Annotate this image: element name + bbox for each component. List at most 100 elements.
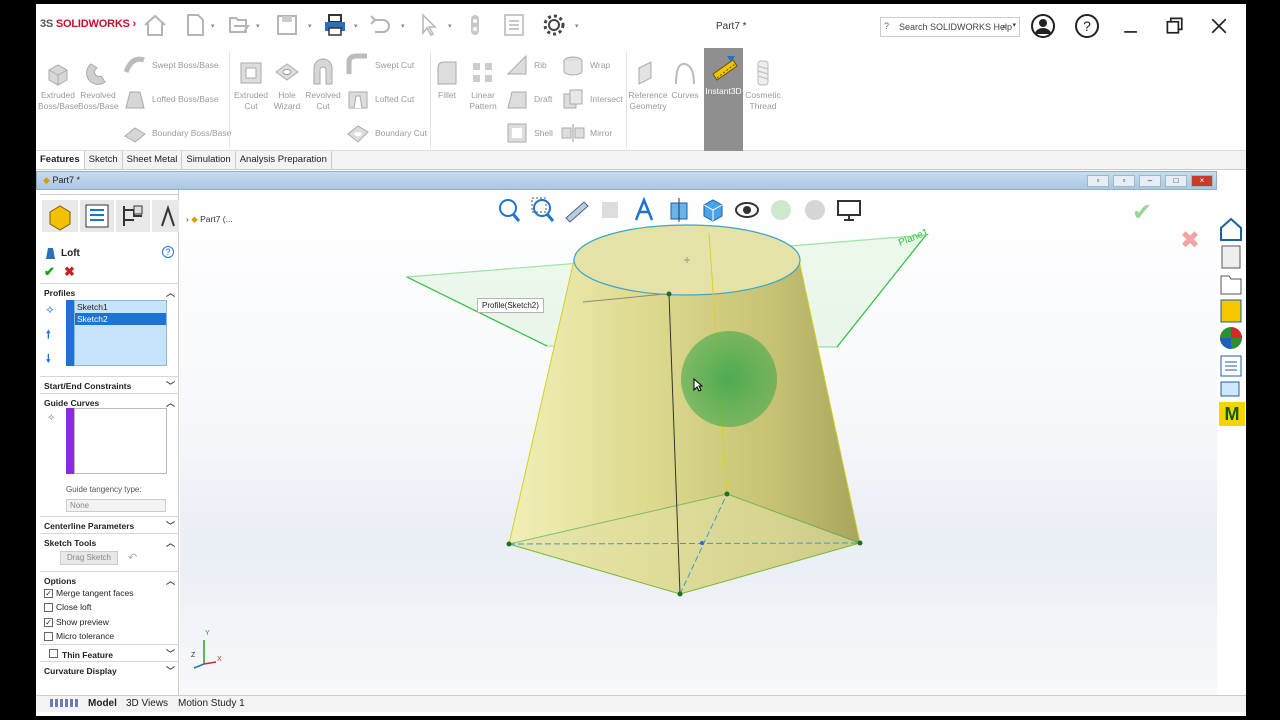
- options-dropdown-icon[interactable]: ▾: [575, 22, 579, 30]
- checkbox-unchecked[interactable]: [44, 602, 53, 612]
- undo-icon[interactable]: [365, 10, 395, 40]
- select-arrow-icon[interactable]: [413, 10, 443, 40]
- collapse-chevron-icon[interactable]: ︿: [166, 574, 175, 587]
- view-palette-icon[interactable]: [1220, 299, 1242, 323]
- rib-button[interactable]: Rib: [504, 52, 547, 78]
- close-icon[interactable]: [1204, 12, 1234, 40]
- restore-icon[interactable]: [1160, 12, 1190, 40]
- options-header[interactable]: Options ︿: [40, 571, 179, 588]
- search-dropdown-icon[interactable]: ▾: [1012, 21, 1016, 29]
- move-up-icon[interactable]: 🠕: [46, 326, 60, 341]
- cosmetic-thread-button[interactable]: Cosmetic Thread: [744, 58, 782, 112]
- doc-tile-icon[interactable]: ▫: [1087, 175, 1109, 187]
- micro-tolerance-checkbox[interactable]: Micro tolerance: [44, 631, 114, 641]
- centerline-parameters-header[interactable]: Centerline Parameters ﹀: [40, 516, 179, 533]
- checkbox-checked[interactable]: ✓: [44, 617, 53, 627]
- boundary-cut-button[interactable]: Boundary Cut: [345, 120, 427, 146]
- graphics-area[interactable]: › ◆ Part7 (... ✔ ✖ Plane1 Profile(Sketch…: [180, 190, 1217, 695]
- start-end-constraints-header[interactable]: Start/End Constraints ﹀: [40, 376, 179, 393]
- close-loft-checkbox[interactable]: Close loft: [44, 602, 91, 612]
- minimize-icon[interactable]: [1116, 12, 1146, 40]
- collapse-chevron-icon[interactable]: ︿: [166, 286, 175, 299]
- save-icon[interactable]: [272, 10, 302, 40]
- tangency-select[interactable]: None: [66, 499, 166, 512]
- doc-tile2-icon[interactable]: ▫: [1113, 175, 1135, 187]
- revolved-boss-button[interactable]: Revolved Boss/Base: [78, 58, 119, 112]
- fillet-button[interactable]: Fillet: [432, 58, 462, 101]
- list-item-selected[interactable]: Sketch2: [75, 313, 166, 325]
- list-item[interactable]: Sketch1: [75, 301, 166, 313]
- tab-simulation[interactable]: Simulation: [182, 151, 236, 169]
- doc-minimize-icon[interactable]: –: [1139, 175, 1161, 187]
- checkbox-unchecked[interactable]: [49, 649, 58, 658]
- collapse-chevron-icon[interactable]: ︿: [166, 536, 175, 549]
- tab-model[interactable]: Model: [88, 698, 117, 709]
- sketch-tools-header[interactable]: Sketch Tools ︿: [40, 533, 179, 550]
- extruded-boss-button[interactable]: Extruded Boss/Base: [38, 58, 79, 112]
- undo-sketch-icon[interactable]: ↶: [128, 551, 137, 564]
- wrap-button[interactable]: Wrap: [560, 52, 610, 78]
- hole-wizard-button[interactable]: Hole Wizard: [270, 58, 304, 112]
- solidworks-resources-icon[interactable]: [1220, 217, 1242, 241]
- tab-features[interactable]: Features: [36, 151, 85, 169]
- extruded-cut-button[interactable]: Extruded Cut: [232, 58, 270, 112]
- new-dropdown-icon[interactable]: ▾: [211, 22, 215, 30]
- swept-boss-button[interactable]: Swept Boss/Base: [122, 52, 219, 78]
- tab-sheet-metal[interactable]: Sheet Metal: [123, 151, 183, 169]
- tab-scroll-icon[interactable]: [50, 699, 80, 707]
- reference-geometry-button[interactable]: Reference Geometry: [628, 58, 668, 112]
- doc-close-icon[interactable]: ×: [1191, 175, 1213, 187]
- options-gear-icon[interactable]: [539, 10, 569, 40]
- document-tab[interactable]: ◆ Part7 *: [43, 175, 80, 186]
- ok-check-icon[interactable]: ✔: [44, 264, 55, 280]
- tab-3d-views[interactable]: 3D Views: [126, 698, 168, 709]
- property-manager-tab[interactable]: [80, 200, 114, 232]
- dimxpert-tab[interactable]: [152, 200, 179, 232]
- design-library-icon[interactable]: [1221, 245, 1241, 269]
- shell-button[interactable]: Shell: [504, 120, 553, 146]
- merge-tangent-checkbox[interactable]: ✓ Merge tangent faces: [44, 588, 134, 598]
- select-dropdown-icon[interactable]: ▾: [448, 22, 452, 30]
- rebuild-icon[interactable]: [460, 10, 490, 40]
- tab-analysis-preparation[interactable]: Analysis Preparation: [236, 151, 332, 169]
- guide-curves-list[interactable]: [74, 408, 167, 474]
- file-explorer-icon[interactable]: [1220, 275, 1242, 295]
- linear-pattern-button[interactable]: Linear Pattern: [464, 58, 502, 112]
- appearances-icon[interactable]: [1220, 327, 1242, 349]
- expand-chevron-icon[interactable]: ﹀: [166, 664, 175, 677]
- custom-properties-icon[interactable]: [1220, 355, 1242, 377]
- print-dropdown-icon[interactable]: ▾: [354, 22, 358, 30]
- lofted-cut-button[interactable]: Lofted Cut: [345, 86, 414, 112]
- open-dropdown-icon[interactable]: ▾: [256, 22, 260, 30]
- file-properties-icon[interactable]: [499, 10, 529, 40]
- expand-chevron-icon[interactable]: ﹀: [166, 379, 175, 392]
- new-document-icon[interactable]: [180, 10, 210, 40]
- expand-chevron-icon[interactable]: ﹀: [166, 519, 175, 532]
- revolved-cut-button[interactable]: Revolved Cut: [304, 58, 342, 112]
- open-icon[interactable]: [224, 10, 254, 40]
- checkbox-unchecked[interactable]: [44, 631, 53, 641]
- curvature-display-header[interactable]: Curvature Display ﹀: [40, 661, 179, 678]
- checkbox-checked[interactable]: ✓: [44, 588, 53, 598]
- swept-cut-button[interactable]: Swept Cut: [345, 52, 414, 78]
- profiles-list[interactable]: Sketch1 Sketch2: [74, 300, 167, 366]
- draft-button[interactable]: Draft: [504, 86, 552, 112]
- instant3d-button[interactable]: Instant3D: [704, 48, 743, 151]
- profile-callout[interactable]: Profile(Sketch2): [477, 298, 544, 313]
- home-icon[interactable]: [140, 10, 170, 40]
- drag-sketch-button[interactable]: Drag Sketch: [60, 551, 118, 565]
- user-account-icon[interactable]: [1028, 12, 1058, 40]
- feature-manager-tab[interactable]: [42, 200, 78, 232]
- solidworks-logo[interactable]: 3S SOLIDWORKS ›: [40, 18, 136, 30]
- intersect-button[interactable]: Intersect: [560, 86, 623, 112]
- forum-icon[interactable]: [1220, 381, 1240, 397]
- mysolidworks-icon[interactable]: M: [1219, 402, 1245, 426]
- curves-button[interactable]: Curves: [668, 58, 702, 101]
- show-preview-checkbox[interactable]: ✓ Show preview: [44, 617, 109, 627]
- thin-feature-header[interactable]: Thin Feature ﹀: [40, 644, 179, 661]
- pm-help-icon[interactable]: ?: [162, 246, 174, 258]
- configuration-manager-tab[interactable]: [116, 200, 150, 232]
- profiles-section-header[interactable]: Profiles ︿: [40, 283, 179, 300]
- print-icon[interactable]: [320, 10, 350, 40]
- boundary-boss-button[interactable]: Boundary Boss/Base: [122, 120, 231, 146]
